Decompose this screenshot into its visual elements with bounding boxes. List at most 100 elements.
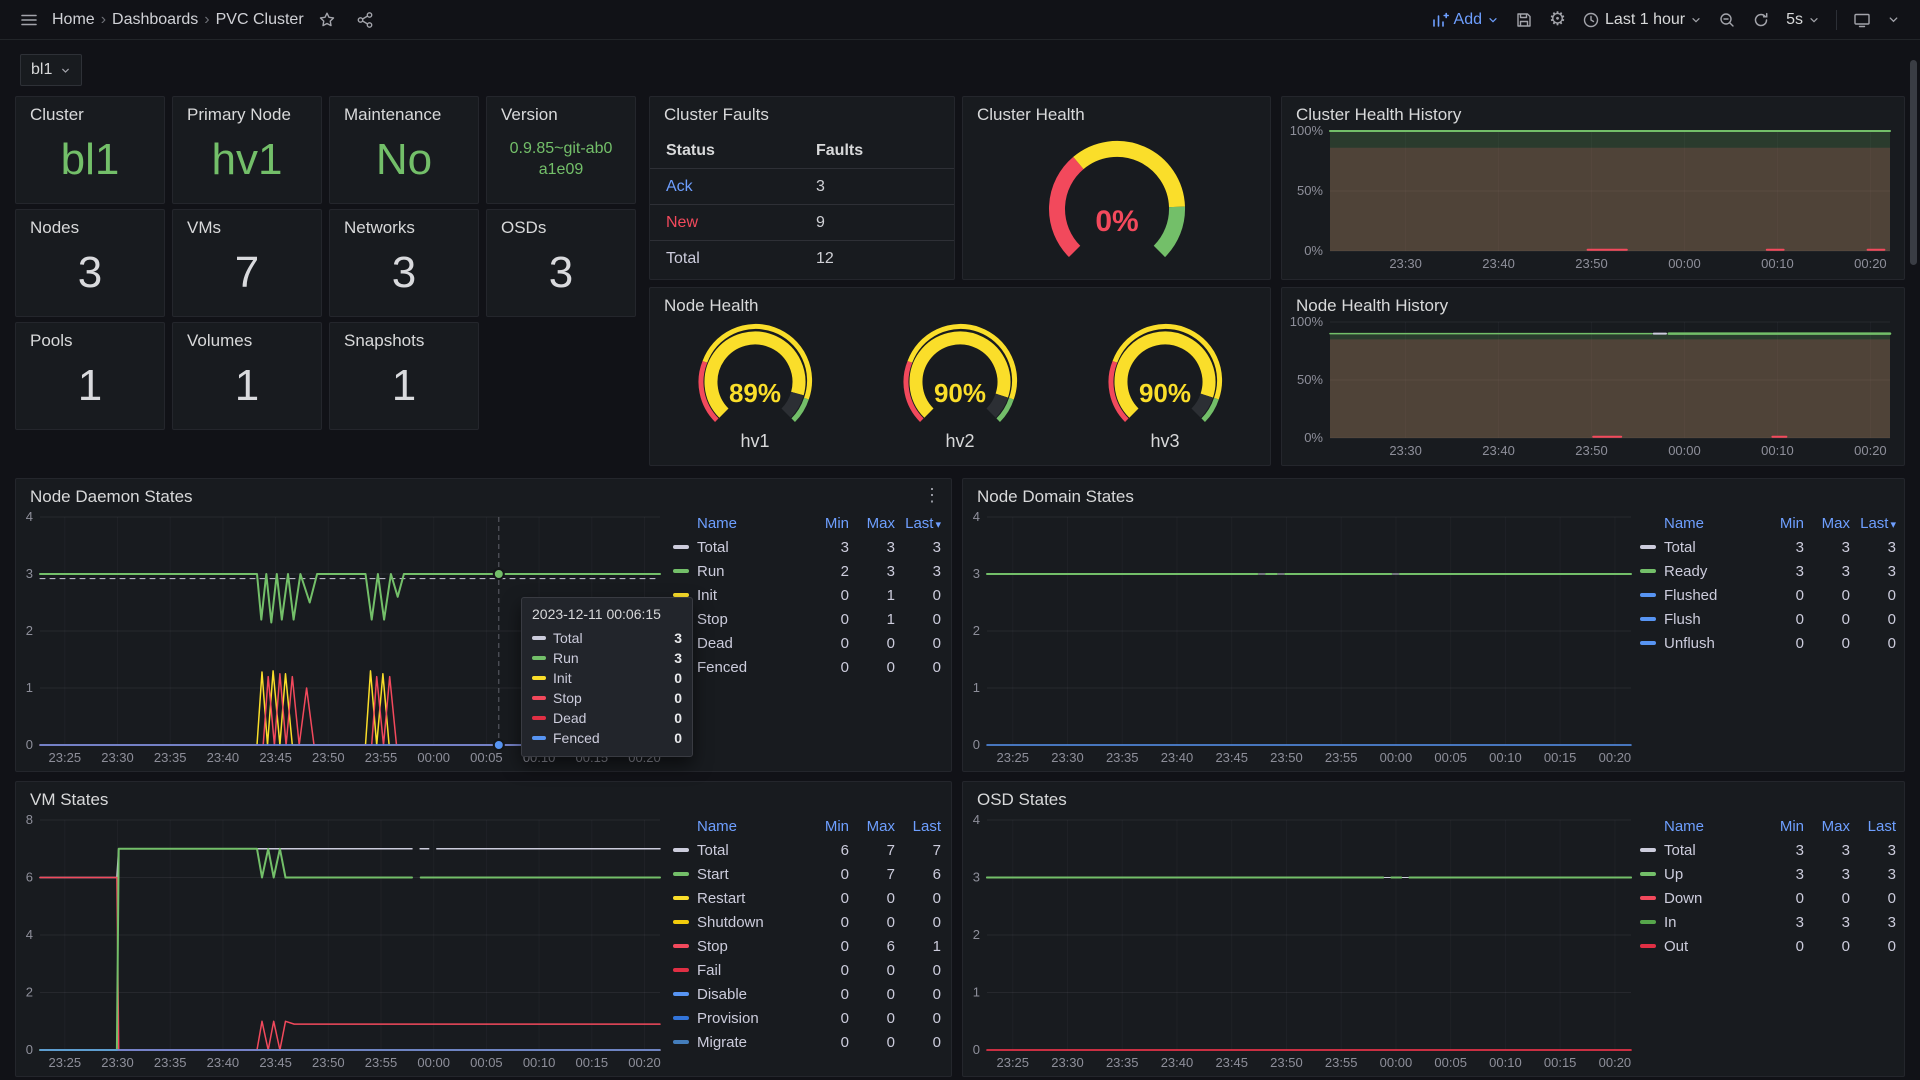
legend-col-min[interactable]: Min (803, 818, 849, 835)
legend-last: 1 (895, 938, 941, 955)
legend-item[interactable]: Total333 (1640, 838, 1896, 862)
legend-item[interactable]: Init010 (673, 583, 941, 607)
legend-col-last[interactable]: Last (1850, 818, 1896, 835)
legend-col-max[interactable]: Max (1804, 515, 1850, 532)
svg-text:4: 4 (26, 927, 33, 942)
stat-panel-snapshots: Snapshots1 (329, 322, 479, 430)
legend-col-max[interactable]: Max (1804, 818, 1850, 835)
legend-item[interactable]: Flushed000 (1640, 583, 1896, 607)
legend-item[interactable]: Up333 (1640, 862, 1896, 886)
legend-min: 0 (1758, 890, 1804, 907)
collapse-toolbar-button[interactable] (1881, 11, 1906, 28)
faults-row: Ack3 (650, 169, 954, 205)
vm-states-chart[interactable]: 0246823:2523:3023:3523:4023:4523:5023:55… (20, 812, 668, 1072)
menu-toggle-button[interactable] (14, 9, 44, 31)
legend-item[interactable]: Flush000 (1640, 607, 1896, 631)
tv-mode-button[interactable] (1847, 9, 1877, 31)
node-health-history-chart[interactable]: 0%50%100%23:3023:4023:5000:0000:1000:20 (1286, 314, 1898, 460)
breadcrumb-home[interactable]: Home (52, 11, 95, 29)
legend-item[interactable]: Total333 (673, 535, 941, 559)
save-dashboard-button[interactable] (1509, 9, 1539, 31)
legend-col-last[interactable]: Last (895, 818, 941, 835)
svg-text:3: 3 (26, 566, 33, 581)
legend-item[interactable]: Start076 (673, 862, 941, 886)
stat-value-text: 1 (235, 361, 259, 411)
legend-item[interactable]: Restart000 (673, 886, 941, 910)
stat-value: 7 (173, 238, 321, 316)
svg-text:2: 2 (26, 985, 33, 1000)
legend-col-min[interactable]: Min (803, 515, 849, 532)
zoom-out-button[interactable] (1712, 9, 1742, 31)
legend-last: 0 (895, 659, 941, 676)
legend-col-max[interactable]: Max (849, 818, 895, 835)
legend-item[interactable]: Dead000 (673, 631, 941, 655)
svg-text:23:25: 23:25 (49, 750, 82, 765)
time-range-picker[interactable]: Last 1 hour (1576, 9, 1708, 31)
svg-text:23:25: 23:25 (49, 1055, 82, 1070)
legend-col-name[interactable]: Name (673, 818, 803, 835)
legend-series-name: Flushed (1640, 587, 1758, 604)
stat-title: Primary Node (173, 97, 321, 125)
legend-item[interactable]: Shutdown000 (673, 910, 941, 934)
dashboard-settings-button[interactable]: ⚙ (1543, 8, 1572, 31)
legend-item[interactable]: Down000 (1640, 886, 1896, 910)
legend-item[interactable]: Total333 (1640, 535, 1896, 559)
legend-col-last[interactable]: Last▾ (895, 515, 941, 532)
legend-min: 0 (803, 914, 849, 931)
legend-col-min[interactable]: Min (1758, 515, 1804, 532)
legend-item[interactable]: Run233 (673, 559, 941, 583)
stat-panel-volumes: Volumes1 (172, 322, 322, 430)
fault-count: 12 (816, 250, 834, 268)
gauge: 0% (967, 125, 1267, 273)
legend-last: 0 (895, 914, 941, 931)
breadcrumb: Home › Dashboards › PVC Cluster (52, 11, 304, 29)
legend-col-last[interactable]: Last▾ (1850, 515, 1896, 532)
node-domain-states-chart[interactable]: 0123423:2523:3023:3523:4023:4523:5023:55… (967, 509, 1639, 767)
legend-min: 6 (803, 842, 849, 859)
legend-item[interactable]: Ready333 (1640, 559, 1896, 583)
legend-item[interactable]: Fenced000 (673, 655, 941, 679)
legend-col-name[interactable]: Name (1640, 818, 1758, 835)
scrollbar[interactable] (1910, 60, 1917, 265)
legend-item[interactable]: Out000 (1640, 934, 1896, 958)
gauge-label: hv1 (655, 431, 855, 452)
svg-text:23:55: 23:55 (1325, 1055, 1358, 1070)
cluster-health-history-chart[interactable]: 0%50%100%23:3023:4023:5000:0000:1000:20 (1286, 123, 1898, 273)
panel-menu-icon[interactable]: ⋮ (923, 486, 941, 504)
refresh-button[interactable] (1746, 9, 1776, 31)
faults-table: StatusFaultsAck3New9Total12 (650, 133, 954, 277)
svg-text:23:35: 23:35 (154, 750, 187, 765)
legend-item[interactable]: Disable000 (673, 982, 941, 1006)
legend-last: 0 (1850, 890, 1896, 907)
legend-last: 3 (895, 563, 941, 580)
variable-dropdown[interactable]: bl1 (20, 54, 82, 86)
share-button[interactable] (350, 9, 380, 31)
legend-item[interactable]: Stop061 (673, 934, 941, 958)
legend-last: 0 (1850, 611, 1896, 628)
refresh-interval-picker[interactable]: 5s (1780, 9, 1826, 31)
chevron-down-icon (1487, 14, 1499, 26)
legend-col-name[interactable]: Name (673, 515, 803, 532)
legend-item[interactable]: Provision000 (673, 1006, 941, 1030)
add-button[interactable]: Add (1425, 9, 1505, 31)
favorite-star-button[interactable] (312, 9, 342, 31)
legend-item[interactable]: Migrate000 (673, 1030, 941, 1054)
legend-col-max[interactable]: Max (849, 515, 895, 532)
panel-title: Cluster Health History (1282, 97, 1904, 125)
legend-max: 3 (1804, 866, 1850, 883)
osd-states-chart[interactable]: 0123423:2523:3023:3523:4023:4523:5023:55… (967, 812, 1639, 1072)
legend-max: 3 (1804, 539, 1850, 556)
legend-item[interactable]: Total677 (673, 838, 941, 862)
legend-item[interactable]: Stop010 (673, 607, 941, 631)
svg-text:00:00: 00:00 (417, 750, 450, 765)
legend-item[interactable]: Unflush000 (1640, 631, 1896, 655)
breadcrumb-dashboards[interactable]: Dashboards (112, 11, 198, 29)
legend-swatch (1640, 593, 1656, 597)
node-gauge-hv1: 89%hv1 (655, 316, 855, 452)
legend-item[interactable]: In333 (1640, 910, 1896, 934)
legend-col-name[interactable]: Name (1640, 515, 1758, 532)
legend-col-min[interactable]: Min (1758, 818, 1804, 835)
stat-value-text: 0.9.85~git-ab0a1e09 (506, 139, 616, 181)
tooltip-timestamp: 2023-12-11 00:06:15 (532, 606, 682, 622)
legend-item[interactable]: Fail000 (673, 958, 941, 982)
